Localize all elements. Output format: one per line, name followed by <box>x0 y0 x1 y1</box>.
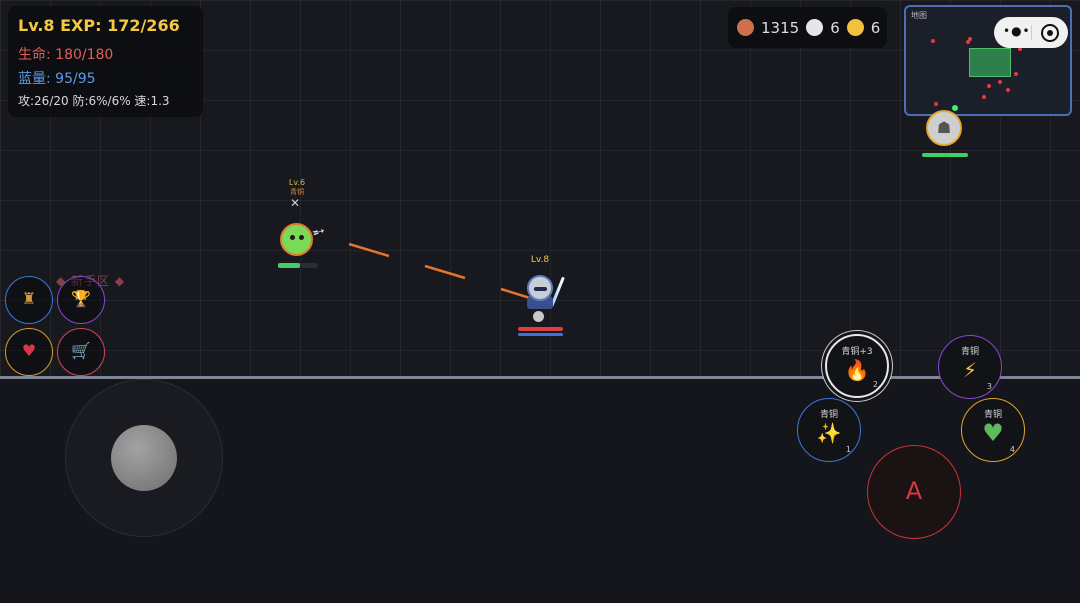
trophy-button[interactable]: 🏆 <box>57 276 105 324</box>
minimap-player-marker <box>952 105 958 111</box>
skill-key: 2 <box>872 380 878 389</box>
hp-text: 生命: 180/180 <box>18 47 114 63</box>
more-menu-icon[interactable]: •●• <box>1003 24 1031 38</box>
skill-key: 4 <box>1009 445 1015 454</box>
skill-key: 1 <box>845 445 851 454</box>
sparkle-icon: ✨ <box>816 421 842 445</box>
minimap-label: 地图 <box>911 11 927 20</box>
minimap-enemy-marker <box>987 84 991 88</box>
minimap-enemy-marker <box>931 39 935 43</box>
skill-button-1[interactable]: 青铜 ✨ 1 <box>797 398 861 462</box>
minimap[interactable]: 地图 •●• <box>904 5 1072 116</box>
gold-coin-icon <box>846 19 864 36</box>
minimap-enemy-marker <box>934 102 938 106</box>
mini-program-capsule: •●• <box>994 17 1068 48</box>
player-knight[interactable] <box>527 275 553 301</box>
minimap-enemy-marker <box>1014 72 1018 76</box>
level-exp-text: Lv.8 EXP: 172/266 <box>18 16 180 35</box>
skill-button-3[interactable]: 青铜 ⚡ 3 <box>938 335 1002 399</box>
capsule-separator <box>1031 25 1032 40</box>
armor-icon: ♥ <box>21 341 37 360</box>
crossed-swords-icon: ✕ <box>290 196 301 210</box>
ally-knight-icon[interactable]: ☗ <box>926 110 962 146</box>
player-mp-bar <box>518 333 563 336</box>
fire-icon: 🔥 <box>844 358 870 382</box>
heart-icon: ♥ <box>982 419 1004 447</box>
player-level: Lv.8 <box>530 255 550 265</box>
attributes-text: 攻:26/20 防:6%/6% 速:1.3 <box>18 94 170 108</box>
enemy-level: Lv.6 <box>288 178 306 187</box>
attack-button[interactable]: A <box>867 445 961 539</box>
bag-button[interactable]: ♜ <box>5 276 53 324</box>
joystick-knob[interactable] <box>111 425 177 491</box>
minimap-safe-zone <box>969 48 1011 77</box>
player-hp-bar <box>518 327 563 331</box>
silver-count: 6 <box>830 18 840 37</box>
copper-coin-icon <box>737 19 754 36</box>
skill-tier: 青铜 <box>819 410 838 420</box>
minimap-enemy-marker <box>968 37 972 41</box>
slime-eye <box>290 235 295 240</box>
close-target-icon[interactable] <box>1041 24 1059 42</box>
enemy-slime[interactable] <box>280 223 313 256</box>
minimap-enemy-marker <box>998 80 1002 84</box>
shop-button[interactable]: 🛒 <box>57 328 105 376</box>
lightning-icon: ⚡ <box>962 358 978 382</box>
slime-eye <box>299 235 304 240</box>
skill-button-4[interactable]: 青铜 ♥ 4 <box>961 398 1025 462</box>
enemy-hp-bar <box>278 263 300 268</box>
helmet-visor <box>534 287 547 291</box>
trophy-icon: 🏆 <box>71 289 91 308</box>
player-stats-panel: Lv.8 EXP: 172/266 生命: 180/180 蓝量: 95/95 … <box>8 6 203 117</box>
currency-panel: 1315 6 6 <box>728 7 887 48</box>
gold-count: 6 <box>870 18 881 37</box>
bag-icon: ♜ <box>21 289 37 308</box>
silver-coin-icon <box>806 19 824 36</box>
skill-tier: 青铜 <box>960 347 979 357</box>
mp-text: 蓝量: 95/95 <box>18 71 96 87</box>
skill-tier: 青铜+3 <box>841 347 873 357</box>
armor-button[interactable]: ♥ <box>5 328 53 376</box>
skill-button-2[interactable]: 青铜+3 🔥 2 <box>825 334 889 398</box>
shop-icon: 🛒 <box>71 341 91 360</box>
copper-count: 1315 <box>761 18 800 37</box>
minimap-enemy-marker <box>982 95 986 99</box>
player-orb-icon <box>533 311 544 322</box>
skill-key: 3 <box>986 382 992 391</box>
minimap-enemy-marker <box>1006 88 1010 92</box>
ally-hp-bar <box>922 153 968 157</box>
